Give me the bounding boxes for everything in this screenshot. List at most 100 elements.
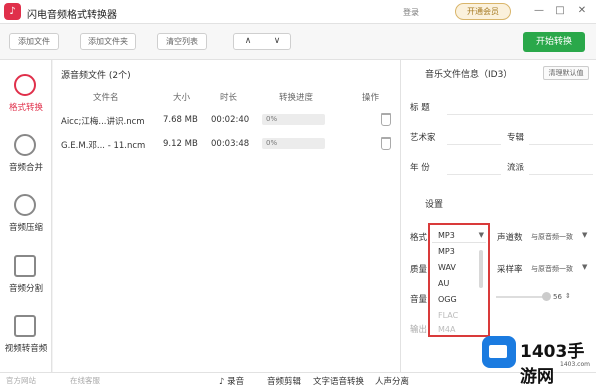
chevron-down-icon: ▼ [478, 231, 484, 239]
format-option[interactable]: FLAC [438, 311, 458, 320]
title-label: 标 题 [410, 103, 430, 113]
text-to-speech-button[interactable]: 文字语音转换 [313, 375, 364, 387]
file-size: 9.12 MB [163, 139, 198, 149]
format-option[interactable]: MP3 [438, 247, 455, 256]
trash-icon[interactable] [381, 113, 391, 126]
record-button[interactable]: ♪ 录音 [219, 375, 244, 387]
watermark: 1403手游网 1403.com [482, 334, 596, 387]
year-label: 年 份 [410, 163, 430, 173]
settings-title: 设置 [425, 200, 444, 210]
format-dropdown[interactable]: MP3 ▼ MP3 WAV AU OGG FLAC M4A [428, 223, 490, 337]
start-convert-button[interactable]: 开始转换 [523, 32, 585, 52]
status-bar: 官方网站 在线客服 ♪ 录音 音频剪辑 文字语音转换 人声分离 [0, 372, 596, 388]
vocal-separate-button[interactable]: 人声分离 [375, 375, 409, 387]
merge-icon [14, 134, 36, 156]
file-list-title: 源音频文件 (2个) [61, 71, 131, 81]
sidebar-item-label: 音频合并 [8, 163, 43, 173]
column-header: 时长 [220, 93, 238, 103]
column-header: 转换进度 [279, 93, 314, 103]
file-name: G.E.M.邓... - 11.ncm [61, 141, 146, 151]
quality-label: 质量 [410, 265, 428, 275]
sidebar-item-compress[interactable]: 音频压缩 [0, 186, 52, 244]
column-header: 操作 [362, 93, 380, 103]
album-label: 专辑 [507, 133, 525, 143]
watermark-logo-icon [482, 336, 516, 368]
vip-button[interactable]: 开通会员 [455, 3, 511, 20]
format-option[interactable]: OGG [438, 295, 457, 304]
compress-icon [14, 194, 36, 216]
video-icon [14, 315, 36, 337]
move-down-icon[interactable]: ∨ [263, 34, 291, 49]
album-field[interactable] [529, 129, 593, 145]
sidebar-item-video[interactable]: 视频转音频 [0, 307, 52, 365]
audio-edit-button[interactable]: 音频剪辑 [267, 375, 301, 387]
sidebar-item-label: 音频压缩 [8, 223, 43, 233]
volume-label: 音量 [410, 295, 428, 305]
chevron-down-icon: ▼ [582, 231, 588, 239]
sidebar-item-merge[interactable]: 音频合并 [0, 126, 52, 184]
volume-value: 56 [553, 293, 562, 301]
watermark-domain: 1403.com [560, 361, 590, 368]
file-size: 7.68 MB [163, 115, 198, 125]
samplerate-select[interactable]: 与原音频一致 [531, 264, 573, 274]
column-header: 文件名 [93, 93, 119, 103]
progress-bar: 0% [262, 138, 325, 149]
stepper-icon[interactable]: ⇕ [565, 292, 571, 300]
format-label: 格式 [410, 233, 428, 243]
title-bar: ♪ 闪电音频格式转换器 登录 开通会员 — □ ✕ [0, 0, 596, 24]
table-row[interactable]: G.E.M.邓... - 11.ncm 9.12 MB 00:03:48 0% [53, 134, 400, 156]
sidebar-item-label: 视频转音频 [4, 344, 48, 354]
chevron-down-icon: ▼ [582, 263, 588, 271]
artist-field[interactable] [447, 129, 501, 145]
id3-title: 音乐文件信息（ID3） [425, 70, 513, 80]
app-logo-icon: ♪ [4, 3, 21, 20]
samplerate-label: 采样率 [497, 265, 523, 275]
login-link[interactable]: 登录 [403, 7, 419, 18]
minimize-icon[interactable]: — [532, 4, 546, 18]
trash-icon[interactable] [381, 137, 391, 150]
format-option[interactable]: WAV [438, 263, 456, 272]
file-name: Aicc;江梅...讲识.ncm [61, 117, 145, 127]
format-selected-value: MP3 [438, 231, 455, 240]
genre-field[interactable] [529, 159, 593, 175]
clear-list-button[interactable]: 清空列表 [157, 33, 207, 50]
sidebar: 格式转换 音频合并 音频压缩 音频分割 视频转音频 [0, 60, 52, 372]
year-field[interactable] [447, 159, 501, 175]
add-file-button[interactable]: 添加文件 [9, 33, 59, 50]
file-duration: 00:02:40 [211, 115, 250, 125]
format-option[interactable]: AU [438, 279, 449, 288]
move-up-icon[interactable]: ∧ [234, 34, 262, 49]
channels-select[interactable]: 与原音频一致 [531, 232, 573, 242]
volume-slider[interactable] [496, 296, 546, 298]
sidebar-item-label: 格式转换 [8, 103, 43, 113]
close-icon[interactable]: ✕ [575, 4, 589, 18]
mic-icon: ♪ [219, 377, 225, 387]
volume-slider-handle[interactable] [542, 292, 551, 301]
official-site-link[interactable]: 官方网站 [6, 375, 36, 386]
sidebar-item-convert[interactable]: 格式转换 [0, 66, 52, 124]
column-header: 大小 [173, 93, 191, 103]
dropdown-scrollbar[interactable] [479, 250, 483, 288]
sidebar-item-split[interactable]: 音频分割 [0, 247, 52, 305]
genre-label: 流派 [507, 163, 525, 173]
online-support-link[interactable]: 在线客服 [70, 375, 100, 386]
output-label: 输出 [410, 325, 428, 335]
maximize-icon[interactable]: □ [553, 4, 567, 18]
add-folder-button[interactable]: 添加文件夹 [80, 33, 136, 50]
format-option[interactable]: M4A [438, 325, 455, 334]
split-icon [14, 255, 36, 277]
table-row[interactable]: Aicc;江梅...讲识.ncm 7.68 MB 00:02:40 0% [53, 110, 400, 132]
artist-label: 艺术家 [410, 133, 436, 143]
file-list-panel: 源音频文件 (2个) 文件名 大小 时长 转换进度 操作 Aicc;江梅...讲… [53, 60, 400, 372]
app-title: 闪电音频格式转换器 [27, 10, 117, 21]
file-duration: 00:03:48 [211, 139, 250, 149]
channels-label: 声道数 [497, 233, 523, 243]
title-field[interactable] [447, 99, 593, 115]
reset-defaults-button[interactable]: 清理默认值 [543, 66, 589, 80]
progress-bar: 0% [262, 114, 325, 125]
toolbar: 添加文件 添加文件夹 清空列表 ∧ ∨ 开始转换 [0, 24, 596, 60]
format-select[interactable]: MP3 ▼ [432, 228, 486, 243]
convert-icon [14, 74, 36, 96]
move-buttons: ∧ ∨ [233, 33, 291, 50]
sidebar-item-label: 音频分割 [8, 284, 43, 294]
